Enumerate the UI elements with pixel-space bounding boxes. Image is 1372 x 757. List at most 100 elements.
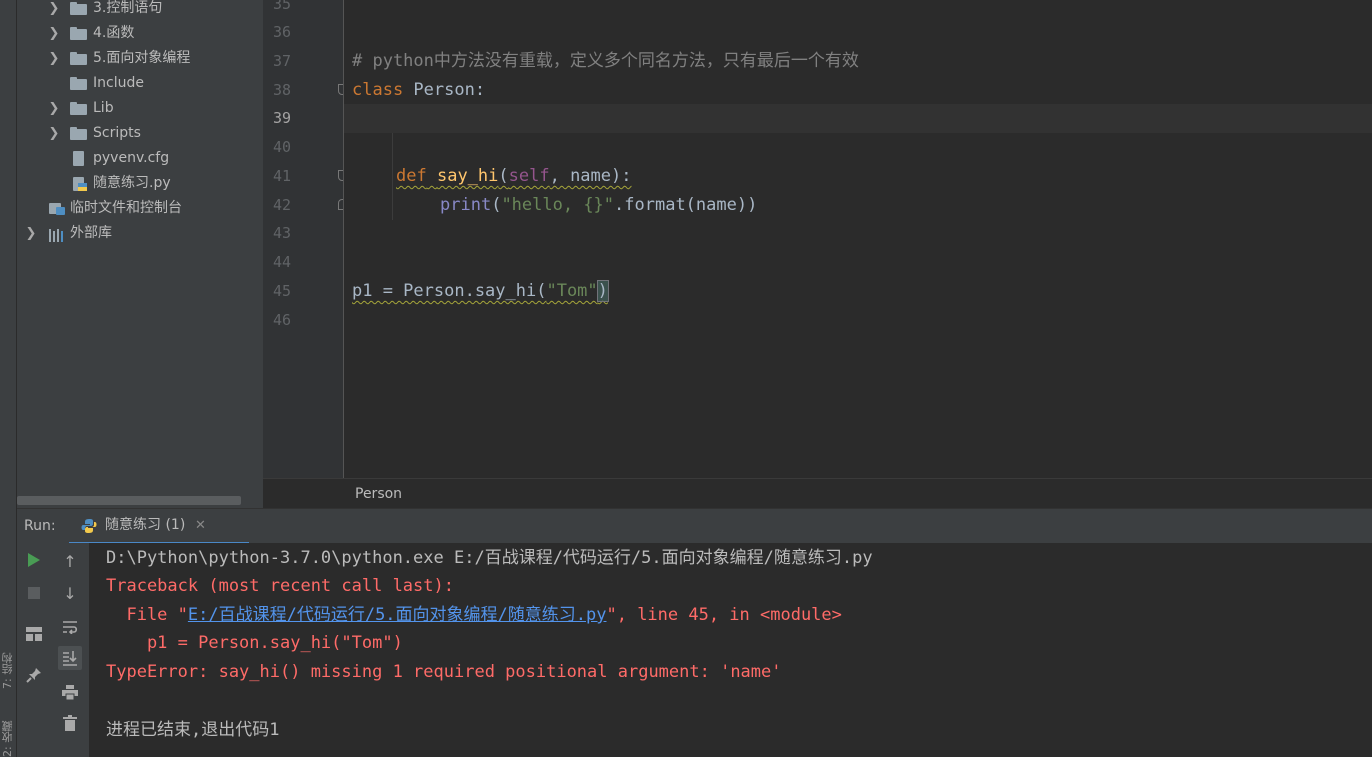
- builtin-print: print: [440, 195, 492, 215]
- folder-icon: [70, 52, 87, 65]
- tree-item-include[interactable]: Include: [17, 71, 263, 96]
- line-number: 41: [272, 167, 291, 185]
- python-run-icon: [81, 518, 97, 534]
- soft-wrap-icon[interactable]: [58, 615, 82, 639]
- code-line-41[interactable]: def say_hi(self, name):: [396, 162, 631, 191]
- current-line-highlight: [344, 104, 1372, 133]
- tree-item-pyvenv[interactable]: pyvenv.cfg: [17, 146, 263, 171]
- tree-item-label: pyvenv.cfg: [93, 150, 170, 166]
- rerun-icon[interactable]: [22, 548, 46, 572]
- console-traceback: Traceback (most recent call last):: [106, 576, 454, 596]
- code-line-45[interactable]: p1 = Person.say_hi("Tom"): [352, 277, 609, 306]
- string-literal: "hello, {}": [501, 195, 615, 215]
- tree-item-scripts[interactable]: ❯ Scripts: [17, 121, 263, 146]
- keyword-class: class: [352, 80, 404, 100]
- tree-item-label: 4.函数: [93, 25, 135, 41]
- code-line-38[interactable]: class Person:: [352, 76, 485, 105]
- chevron-right-icon[interactable]: ❯: [47, 46, 61, 71]
- tree-item-scratches[interactable]: 临时文件和控制台: [17, 196, 263, 221]
- paren: (: [498, 166, 509, 186]
- line-number: 44: [272, 253, 291, 271]
- breadcrumb-item[interactable]: Person: [355, 479, 402, 509]
- chevron-right-icon[interactable]: ❯: [24, 221, 38, 246]
- tree-item-label: Lib: [93, 100, 114, 116]
- comment-text: # python中方法没有重载，定义多个同名方法，只有最后一个有效: [352, 51, 859, 71]
- folder-icon: [70, 27, 87, 40]
- tree-item-label: Scripts: [93, 125, 141, 141]
- tree-item-lib[interactable]: ❯ Lib: [17, 96, 263, 121]
- chevron-right-icon[interactable]: ❯: [47, 0, 61, 21]
- close-icon[interactable]: ✕: [195, 509, 206, 542]
- method-call: .format(name)): [614, 195, 758, 215]
- stop-icon[interactable]: [22, 581, 46, 605]
- line-number: 40: [272, 138, 291, 156]
- run-label: Run:: [24, 518, 56, 534]
- line-number: 46: [272, 311, 291, 329]
- tree-item-control-statements[interactable]: ❯ 3.控制语句: [17, 0, 263, 21]
- editor-gutter: 35 36 37 38 39 40 41 42 43 44 45 46: [263, 0, 347, 478]
- line-number: 43: [272, 224, 291, 242]
- line-number: 35: [272, 0, 291, 13]
- config-file-icon: [73, 151, 84, 166]
- folder-icon: [70, 102, 87, 115]
- chevron-right-icon[interactable]: ❯: [47, 96, 61, 121]
- matched-bracket: ): [596, 280, 609, 302]
- console-exit-message: 进程已结束,退出代码1: [106, 720, 280, 740]
- console-code-line: p1 = Person.say_hi("Tom"): [106, 633, 403, 653]
- left-tool-strip: 7: 结构 2: 收藏: [0, 0, 17, 757]
- file-suffix: ", line 45, in <module>: [606, 605, 842, 625]
- editor-breadcrumb[interactable]: Person: [263, 478, 1372, 509]
- run-tab-label: 随意练习 (1): [105, 517, 186, 533]
- arrow-down-icon[interactable]: ↓: [58, 581, 82, 605]
- console-file-line: File "E:/百战课程/代码运行/5.面向对象编程/随意练习.py", li…: [106, 601, 842, 630]
- console-command-line: D:\Python\python-3.7.0\python.exe E:/百战课…: [106, 548, 873, 568]
- pin-icon[interactable]: [22, 663, 46, 687]
- folder-icon: [70, 127, 87, 140]
- tree-horizontal-scrollbar[interactable]: [17, 496, 241, 505]
- layout-icon[interactable]: [22, 622, 46, 646]
- folder-icon: [70, 77, 87, 90]
- line-number-current: 39: [272, 109, 291, 127]
- structure-tool-tab[interactable]: 7: 结构: [0, 625, 14, 689]
- self-param: self: [508, 166, 550, 186]
- code-line-42[interactable]: print("hello, {}".format(name)): [440, 191, 757, 220]
- line-number: 36: [272, 23, 291, 41]
- project-tree: ❯ 3.控制语句 ❯ 4.函数 ❯ 5.面向对象编程 Include ❯ Lib…: [17, 0, 263, 508]
- tree-item-label: Include: [93, 75, 144, 91]
- folder-icon: [70, 2, 87, 15]
- tree-item-label: 外部库: [70, 225, 112, 241]
- params: , name):: [549, 166, 632, 186]
- scratches-console-icon: [49, 200, 66, 215]
- run-toolbar-secondary: ↑ ↓: [53, 543, 90, 757]
- library-icon: [49, 226, 66, 242]
- function-name: say_hi: [436, 166, 499, 186]
- console-error-message: TypeError: say_hi() missing 1 required p…: [106, 662, 782, 682]
- tree-item-practice-py[interactable]: 随意练习.py: [17, 171, 263, 196]
- scroll-to-end-icon[interactable]: [58, 646, 82, 670]
- trash-icon[interactable]: [58, 711, 82, 735]
- class-name: Person:: [403, 80, 486, 100]
- indent-guide: [392, 133, 393, 220]
- favorites-tool-tab[interactable]: 2: 收藏: [0, 712, 14, 757]
- tree-item-label: 3.控制语句: [93, 0, 163, 16]
- chevron-right-icon[interactable]: ❯: [47, 121, 61, 146]
- python-file-icon: [73, 176, 88, 191]
- line-number: 42: [272, 196, 291, 214]
- assignment-code: p1 = Person.say_hi(: [352, 281, 547, 301]
- run-panel-header: Run: 随意练习 (1) ✕: [17, 508, 1372, 545]
- chevron-right-icon[interactable]: ❯: [47, 21, 61, 46]
- tree-item-oop[interactable]: ❯ 5.面向对象编程: [17, 46, 263, 71]
- arrow-up-icon[interactable]: ↑: [58, 549, 82, 573]
- tree-item-label: 5.面向对象编程: [93, 50, 191, 66]
- file-link[interactable]: E:/百战课程/代码运行/5.面向对象编程/随意练习.py: [188, 605, 607, 625]
- print-icon[interactable]: [58, 680, 82, 704]
- tree-item-functions[interactable]: ❯ 4.函数: [17, 21, 263, 46]
- code-line-37[interactable]: # python中方法没有重载，定义多个同名方法，只有最后一个有效: [352, 47, 859, 76]
- tree-item-label: 临时文件和控制台: [70, 200, 182, 216]
- line-number: 37: [272, 52, 291, 70]
- tree-item-external-libraries[interactable]: ❯ 外部库: [17, 221, 263, 246]
- keyword-def: def: [396, 166, 427, 186]
- run-toolbar-primary: [17, 543, 53, 757]
- line-number: 45: [272, 282, 291, 300]
- run-tab[interactable]: 随意练习 (1) ✕: [69, 509, 249, 545]
